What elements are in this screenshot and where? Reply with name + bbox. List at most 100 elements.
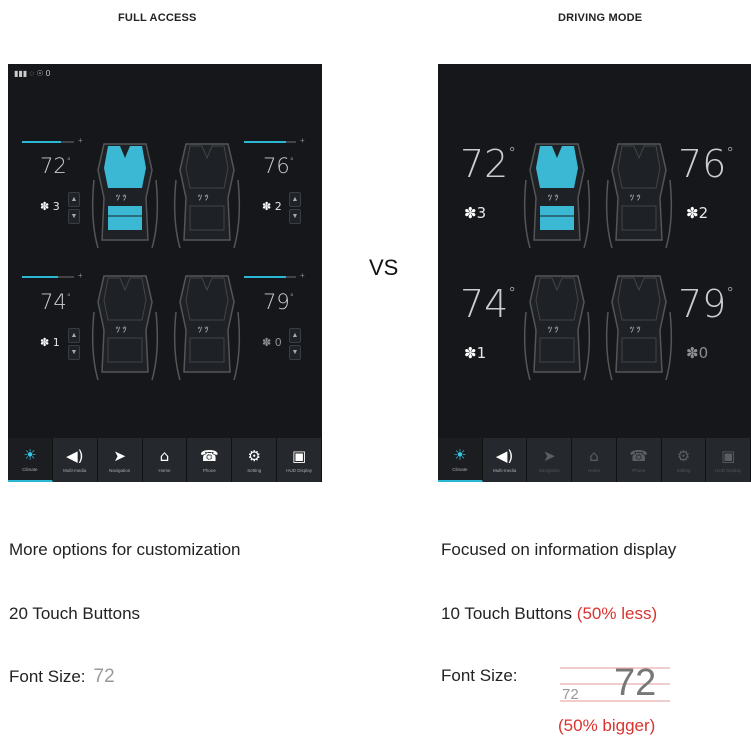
caption-touch-buttons-left: 20 Touch Buttons (9, 604, 141, 623)
font-size-sample: 72 (93, 666, 115, 687)
seat-rear-left: ﾂ ﾂ (523, 275, 591, 381)
seat-front-left-active[interactable]: ﾂ ﾂ (90, 140, 160, 252)
fan-stepper-front-right[interactable]: ▲ ▼ (289, 192, 301, 226)
fan-speed-front-left: ✽ 3 (40, 200, 60, 213)
fan-speed-front-right: ✽ 2 (262, 200, 282, 213)
plus-icon[interactable]: + (300, 271, 305, 280)
seat-front-right[interactable]: ﾂ ﾂ (172, 140, 242, 252)
seat-rear-right[interactable]: ﾂ ﾂ (172, 272, 242, 384)
svg-text:ﾂ ﾂ: ﾂ ﾂ (548, 325, 559, 334)
chevron-down-icon[interactable]: ▼ (289, 345, 301, 360)
caption-font-size-left: Font Size: 72 (9, 666, 115, 688)
chevron-down-icon[interactable]: ▼ (289, 209, 301, 224)
temp-rear-left: 74° (40, 290, 71, 314)
chevron-up-icon[interactable]: ▲ (289, 328, 301, 343)
nav-phone[interactable]: ☎ Phone (187, 438, 233, 482)
caption-touch-buttons-right: 10 Touch Buttons (50% less) (441, 604, 657, 624)
fan-speed-rear-left: ✽ 1 (40, 336, 60, 349)
nav-label: Home (588, 468, 601, 473)
full-access-screen: ▮▮▮ ◌ ☉ 0 + + + + 72° 76° 74° 79° ✽ 3 ✽ … (8, 64, 322, 482)
plus-icon[interactable]: + (78, 136, 83, 145)
navigation-arrow-icon: ➤ (543, 447, 556, 465)
nav-label: Climate (22, 467, 38, 472)
fan-stepper-rear-left[interactable]: ▲ ▼ (68, 328, 80, 362)
temp-slider-front-left[interactable] (22, 141, 74, 143)
home-icon: ⌂ (159, 447, 170, 465)
gear-icon: ⚙ (247, 447, 261, 465)
gear-icon: ⚙ (676, 447, 691, 465)
plus-icon[interactable]: + (300, 136, 305, 145)
fan-icon: ✽ (464, 204, 477, 222)
caption-information-display: Focused on information display (441, 540, 677, 559)
nav-multimedia[interactable]: ◀) Multi-media (482, 438, 528, 482)
caption-customization: More options for customization (9, 540, 241, 559)
nav-label: Climate (452, 467, 468, 472)
fan-icon: ✽ (40, 200, 50, 213)
nav-home[interactable]: ⌂ Home (142, 438, 188, 482)
nav-label: Setting (247, 468, 262, 473)
bigger-note: (50% bigger) (558, 716, 656, 735)
nav-label: HUD Display (715, 468, 742, 473)
temp-front-left: 72° (40, 154, 71, 178)
svg-text:ﾂ ﾂ: ﾂ ﾂ (630, 193, 641, 202)
svg-text:ﾂ ﾂ: ﾂ ﾂ (198, 325, 209, 334)
temp-slider-rear-left[interactable] (22, 276, 74, 278)
plus-icon[interactable]: + (78, 271, 83, 280)
seat-front-right: ﾂ ﾂ (605, 143, 673, 249)
hud-icon: ▣ (291, 447, 307, 465)
nav-label: Multi-media (63, 468, 87, 473)
phone-icon: ☎ (629, 447, 649, 465)
temp-front-right: 76° (678, 142, 734, 186)
chevron-up-icon[interactable]: ▲ (68, 192, 80, 207)
chevron-down-icon[interactable]: ▼ (68, 345, 80, 360)
nav-label: Multi-media (492, 468, 517, 473)
nav-hud-display-disabled: ▣ HUD Display (706, 438, 751, 482)
slider-fill (244, 276, 286, 278)
slider-fill (244, 141, 286, 143)
fan-stepper-front-left[interactable]: ▲ ▼ (68, 192, 80, 226)
nav-hud-display[interactable]: ▣ HUD Display (277, 438, 322, 482)
svg-text:ﾂ ﾂ: ﾂ ﾂ (548, 193, 559, 202)
seat-rear-left[interactable]: ﾂ ﾂ (90, 272, 160, 384)
font-size-big-sample: 72 (614, 662, 657, 704)
chevron-up-icon[interactable]: ▲ (68, 328, 80, 343)
touch-buttons-text: 10 Touch Buttons (441, 604, 573, 623)
temp-slider-rear-right[interactable] (244, 276, 296, 278)
phone-icon: ☎ (200, 447, 219, 465)
home-icon: ⌂ (589, 447, 599, 465)
driving-mode-label: DRIVING MODE (558, 12, 643, 24)
fan-stepper-rear-right[interactable]: ▲ ▼ (289, 328, 301, 362)
nav-label: Setting (676, 468, 691, 473)
fan-speed-rear-left: ✽1 (464, 344, 487, 362)
nav-climate[interactable]: ☀ Climate (438, 438, 483, 482)
sun-icon: ☀ (453, 446, 467, 464)
font-size-small-sample: 72 (562, 686, 579, 703)
chevron-down-icon[interactable]: ▼ (68, 209, 80, 224)
temp-rear-left: 74° (460, 282, 516, 326)
temp-slider-front-right[interactable] (244, 141, 296, 143)
status-bar: ▮▮▮ ◌ ☉ 0 (14, 69, 51, 78)
nav-phone-disabled: ☎ Phone (616, 438, 662, 482)
bottom-nav: ☀ Climate ◀) Multi-media ➤ Navigation ⌂ Home… (8, 438, 322, 482)
seat-rear-right: ﾂ ﾂ (605, 275, 673, 381)
hud-icon: ▣ (721, 447, 736, 465)
speaker-icon: ◀) (66, 447, 84, 465)
driving-mode-screen: 72° 76° 74° 79° ✽3 ✽2 ✽1 ✽0 ﾂ ﾂ ﾂ ﾂ ﾂ ﾂ … (438, 64, 751, 482)
fan-speed-front-left: ✽3 (464, 204, 487, 222)
nav-navigation[interactable]: ➤ Navigation (97, 438, 143, 482)
svg-text:ﾂ ﾂ: ﾂ ﾂ (116, 325, 127, 334)
slider-fill (22, 141, 61, 143)
nav-label: Navigation (109, 468, 131, 473)
nav-label: Home (158, 468, 171, 473)
fan-icon: ✽ (40, 336, 50, 349)
chevron-up-icon[interactable]: ▲ (289, 192, 301, 207)
speaker-icon: ◀) (495, 447, 514, 465)
svg-text:ﾂ ﾂ: ﾂ ﾂ (630, 325, 641, 334)
nav-navigation-disabled: ➤ Navigation (527, 438, 573, 482)
nav-setting[interactable]: ⚙ Setting (232, 438, 278, 482)
fan-icon: ✽ (262, 336, 272, 349)
nav-multimedia[interactable]: ◀) Multi-media (52, 438, 98, 482)
font-size-label: Font Size: (9, 667, 86, 686)
nav-climate[interactable]: ☀ Climate (8, 438, 53, 482)
fan-icon: ✽ (464, 344, 477, 362)
